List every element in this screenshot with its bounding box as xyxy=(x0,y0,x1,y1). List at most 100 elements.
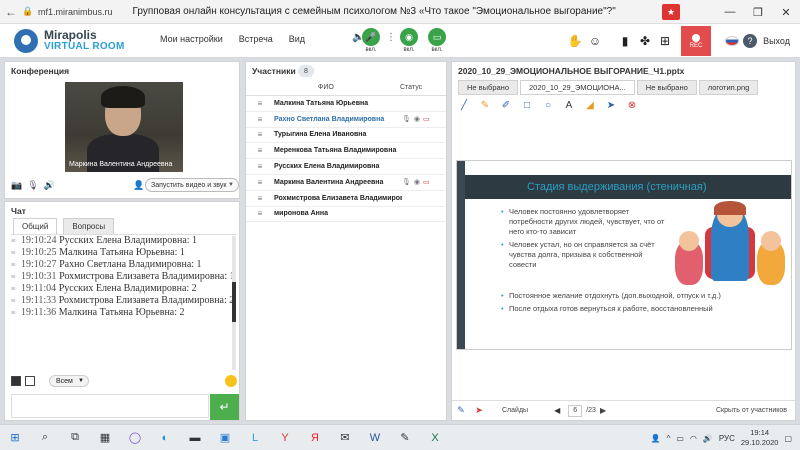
participant-row[interactable]: ≡ Меренкова Татьяна Владимировна xyxy=(246,143,446,160)
wifi-icon[interactable]: ◠ xyxy=(690,434,697,443)
exit-button[interactable]: Выход xyxy=(763,36,790,46)
mic-control[interactable]: 🎤 вкл. xyxy=(362,28,380,53)
battery-icon[interactable]: ▭ xyxy=(676,434,684,443)
word-icon[interactable]: W xyxy=(360,425,390,450)
nav-my-settings[interactable]: Мои настройки xyxy=(160,34,223,44)
text-color-icon[interactable] xyxy=(11,376,21,386)
participant-row[interactable]: ≡ Маркина Валентина Андреевна 🎙 ◉ ▭ xyxy=(246,175,446,191)
superhero-illustration xyxy=(665,201,791,297)
url-text[interactable]: mf1.miranimbus.ru xyxy=(38,7,113,17)
camera-settings-icon[interactable]: 📷 xyxy=(11,180,22,191)
people-icon[interactable]: 👤 xyxy=(651,434,661,443)
camera-icon[interactable]: ◉ xyxy=(400,28,418,46)
drag-handle-icon: ≡ xyxy=(257,98,263,108)
excel-icon[interactable]: X xyxy=(420,425,450,450)
emotion-icon[interactable]: ☺ xyxy=(585,34,605,48)
speaker-settings-icon[interactable]: 🔊 xyxy=(44,180,55,191)
background-color-icon[interactable] xyxy=(25,376,35,386)
slide-number-input[interactable]: 6 xyxy=(568,404,583,417)
tab-questions[interactable]: Вопросы xyxy=(63,218,115,234)
screen-icon: ▭ xyxy=(423,116,430,124)
clock[interactable]: 19:14 29.10.2020 xyxy=(741,428,779,448)
participants-title: Участники xyxy=(252,66,296,76)
participant-row[interactable]: ≡ Турыгина Елена Ивановна xyxy=(246,128,446,144)
camera-control[interactable]: ◉ вкл. xyxy=(400,28,418,53)
doc-tab-logo[interactable]: логотип.png xyxy=(698,80,759,95)
marker-tool-icon[interactable]: ✎ xyxy=(479,100,491,111)
chat-input[interactable] xyxy=(11,394,209,418)
doc-tab-pptx[interactable]: 2020_10_29_ЭМОЦИОНА... xyxy=(520,80,635,95)
yandex-icon[interactable]: Я xyxy=(300,425,330,450)
alice-icon[interactable]: ◯ xyxy=(120,425,150,450)
widgets-icon[interactable]: ▦ xyxy=(90,425,120,450)
paint-icon[interactable]: ✎ xyxy=(390,425,420,450)
participant-row[interactable]: ≡ миронова Анна xyxy=(246,207,446,223)
screen-share-icon[interactable]: ▭ xyxy=(428,28,446,46)
recipient-dropdown[interactable]: Всем ▼ xyxy=(49,375,89,387)
explorer-icon[interactable]: ▬ xyxy=(180,425,210,450)
text-tool-icon[interactable]: A xyxy=(563,100,575,111)
slides-label[interactable]: Слайды xyxy=(502,407,528,414)
send-button[interactable]: ↵ xyxy=(210,394,239,420)
participant-row[interactable]: ≡ Рохмистрова Елизавета Владимировна xyxy=(246,191,446,207)
language-indicator[interactable]: РУС xyxy=(719,434,735,443)
pointer-tool-icon[interactable]: ➤ xyxy=(605,100,617,111)
volume-icon[interactable]: 🔊 xyxy=(703,434,713,443)
minimize-icon[interactable]: — xyxy=(716,0,744,24)
language-flag-icon[interactable] xyxy=(725,36,740,46)
rectangle-tool-icon[interactable]: □ xyxy=(521,100,533,111)
user-icon[interactable]: 👤 xyxy=(133,180,144,191)
raise-hand-icon[interactable]: ✋ xyxy=(565,34,585,48)
yandex-browser-icon[interactable]: Y xyxy=(270,425,300,450)
doc-tab-empty-2[interactable]: Не выбрано xyxy=(636,80,697,95)
pointer-icon[interactable]: ➤ xyxy=(470,405,488,416)
participant-row[interactable]: ≡ Малкина Татьяна Юрьевна xyxy=(246,96,446,112)
close-icon[interactable]: ✕ xyxy=(772,0,800,24)
emoji-icon[interactable] xyxy=(225,375,237,387)
participant-row[interactable]: ≡ Русских Елена Владимировна xyxy=(246,159,446,175)
next-slide-icon[interactable]: ▶ xyxy=(600,406,606,415)
chat-scrollbar[interactable] xyxy=(232,236,236,370)
screen-share-control[interactable]: ▭ вкл. xyxy=(428,28,446,53)
window-controls: — ❐ ✕ xyxy=(716,0,800,24)
task-view-icon[interactable]: ⧉ xyxy=(60,425,90,450)
video-feed[interactable]: Маркина Валентина Андреевна xyxy=(65,82,183,172)
record-button[interactable]: REC xyxy=(681,26,712,56)
store-icon[interactable]: ▣ xyxy=(210,425,240,450)
bookmark-icon[interactable]: ★ xyxy=(662,4,680,20)
chevron-up-icon[interactable]: ^ xyxy=(667,434,671,443)
network-icon[interactable]: ⊞ xyxy=(655,34,675,48)
l-app-icon[interactable]: L xyxy=(240,425,270,450)
outlook-icon[interactable]: ✉ xyxy=(330,425,360,450)
clear-icon[interactable]: ⊗ xyxy=(626,100,638,111)
back-arrow-icon[interactable]: ← xyxy=(0,5,22,19)
pen-tool-icon[interactable]: ✐ xyxy=(500,100,512,111)
ellipse-tool-icon[interactable]: ○ xyxy=(542,100,554,111)
help-icon[interactable]: ? xyxy=(743,34,758,48)
doc-tab-empty-1[interactable]: Не выбрано xyxy=(458,80,518,95)
volume-slider-icon[interactable]: ⋮ xyxy=(386,32,396,43)
stats-icon[interactable]: ▮ xyxy=(615,34,635,48)
nav-meeting[interactable]: Встреча xyxy=(239,34,273,44)
prev-slide-icon[interactable]: ◀ xyxy=(554,406,560,415)
camera-icon: ◉ xyxy=(413,116,420,124)
maximize-icon[interactable]: ❐ xyxy=(744,0,772,24)
mic-settings-icon[interactable]: 🎙 xyxy=(27,180,38,191)
notifications-icon[interactable]: ▢ xyxy=(784,434,792,443)
tab-general[interactable]: Общий xyxy=(13,218,58,234)
logo-icon xyxy=(14,29,38,53)
nav-view[interactable]: Вид xyxy=(289,34,305,44)
slide-canvas[interactable]: Стадия выдерживания (стеничная) Человек … xyxy=(456,160,792,350)
windows-start-icon[interactable]: ⊞ xyxy=(0,425,30,450)
conference-panel: Конференция Маркина Валентина Андреевна … xyxy=(4,61,240,199)
line-tool-icon[interactable]: ╱ xyxy=(458,100,470,111)
mic-icon[interactable]: 🎤 xyxy=(362,28,380,46)
annotate-icon[interactable]: ✎ xyxy=(452,405,470,416)
participant-row[interactable]: ≡ Рахно Светлана Владимировна 🎙 ◉ ▭ xyxy=(246,112,446,128)
edge-icon[interactable]: ◐ xyxy=(150,425,180,450)
hide-from-participants-button[interactable]: Скрыть от участников xyxy=(716,407,787,414)
start-video-dropdown[interactable]: Запустить видео и звук ▼ xyxy=(145,178,239,192)
fill-tool-icon[interactable]: ◢ xyxy=(584,100,596,111)
layout-icon[interactable]: ✤ xyxy=(635,34,655,48)
search-icon[interactable]: ⌕ xyxy=(30,425,60,450)
